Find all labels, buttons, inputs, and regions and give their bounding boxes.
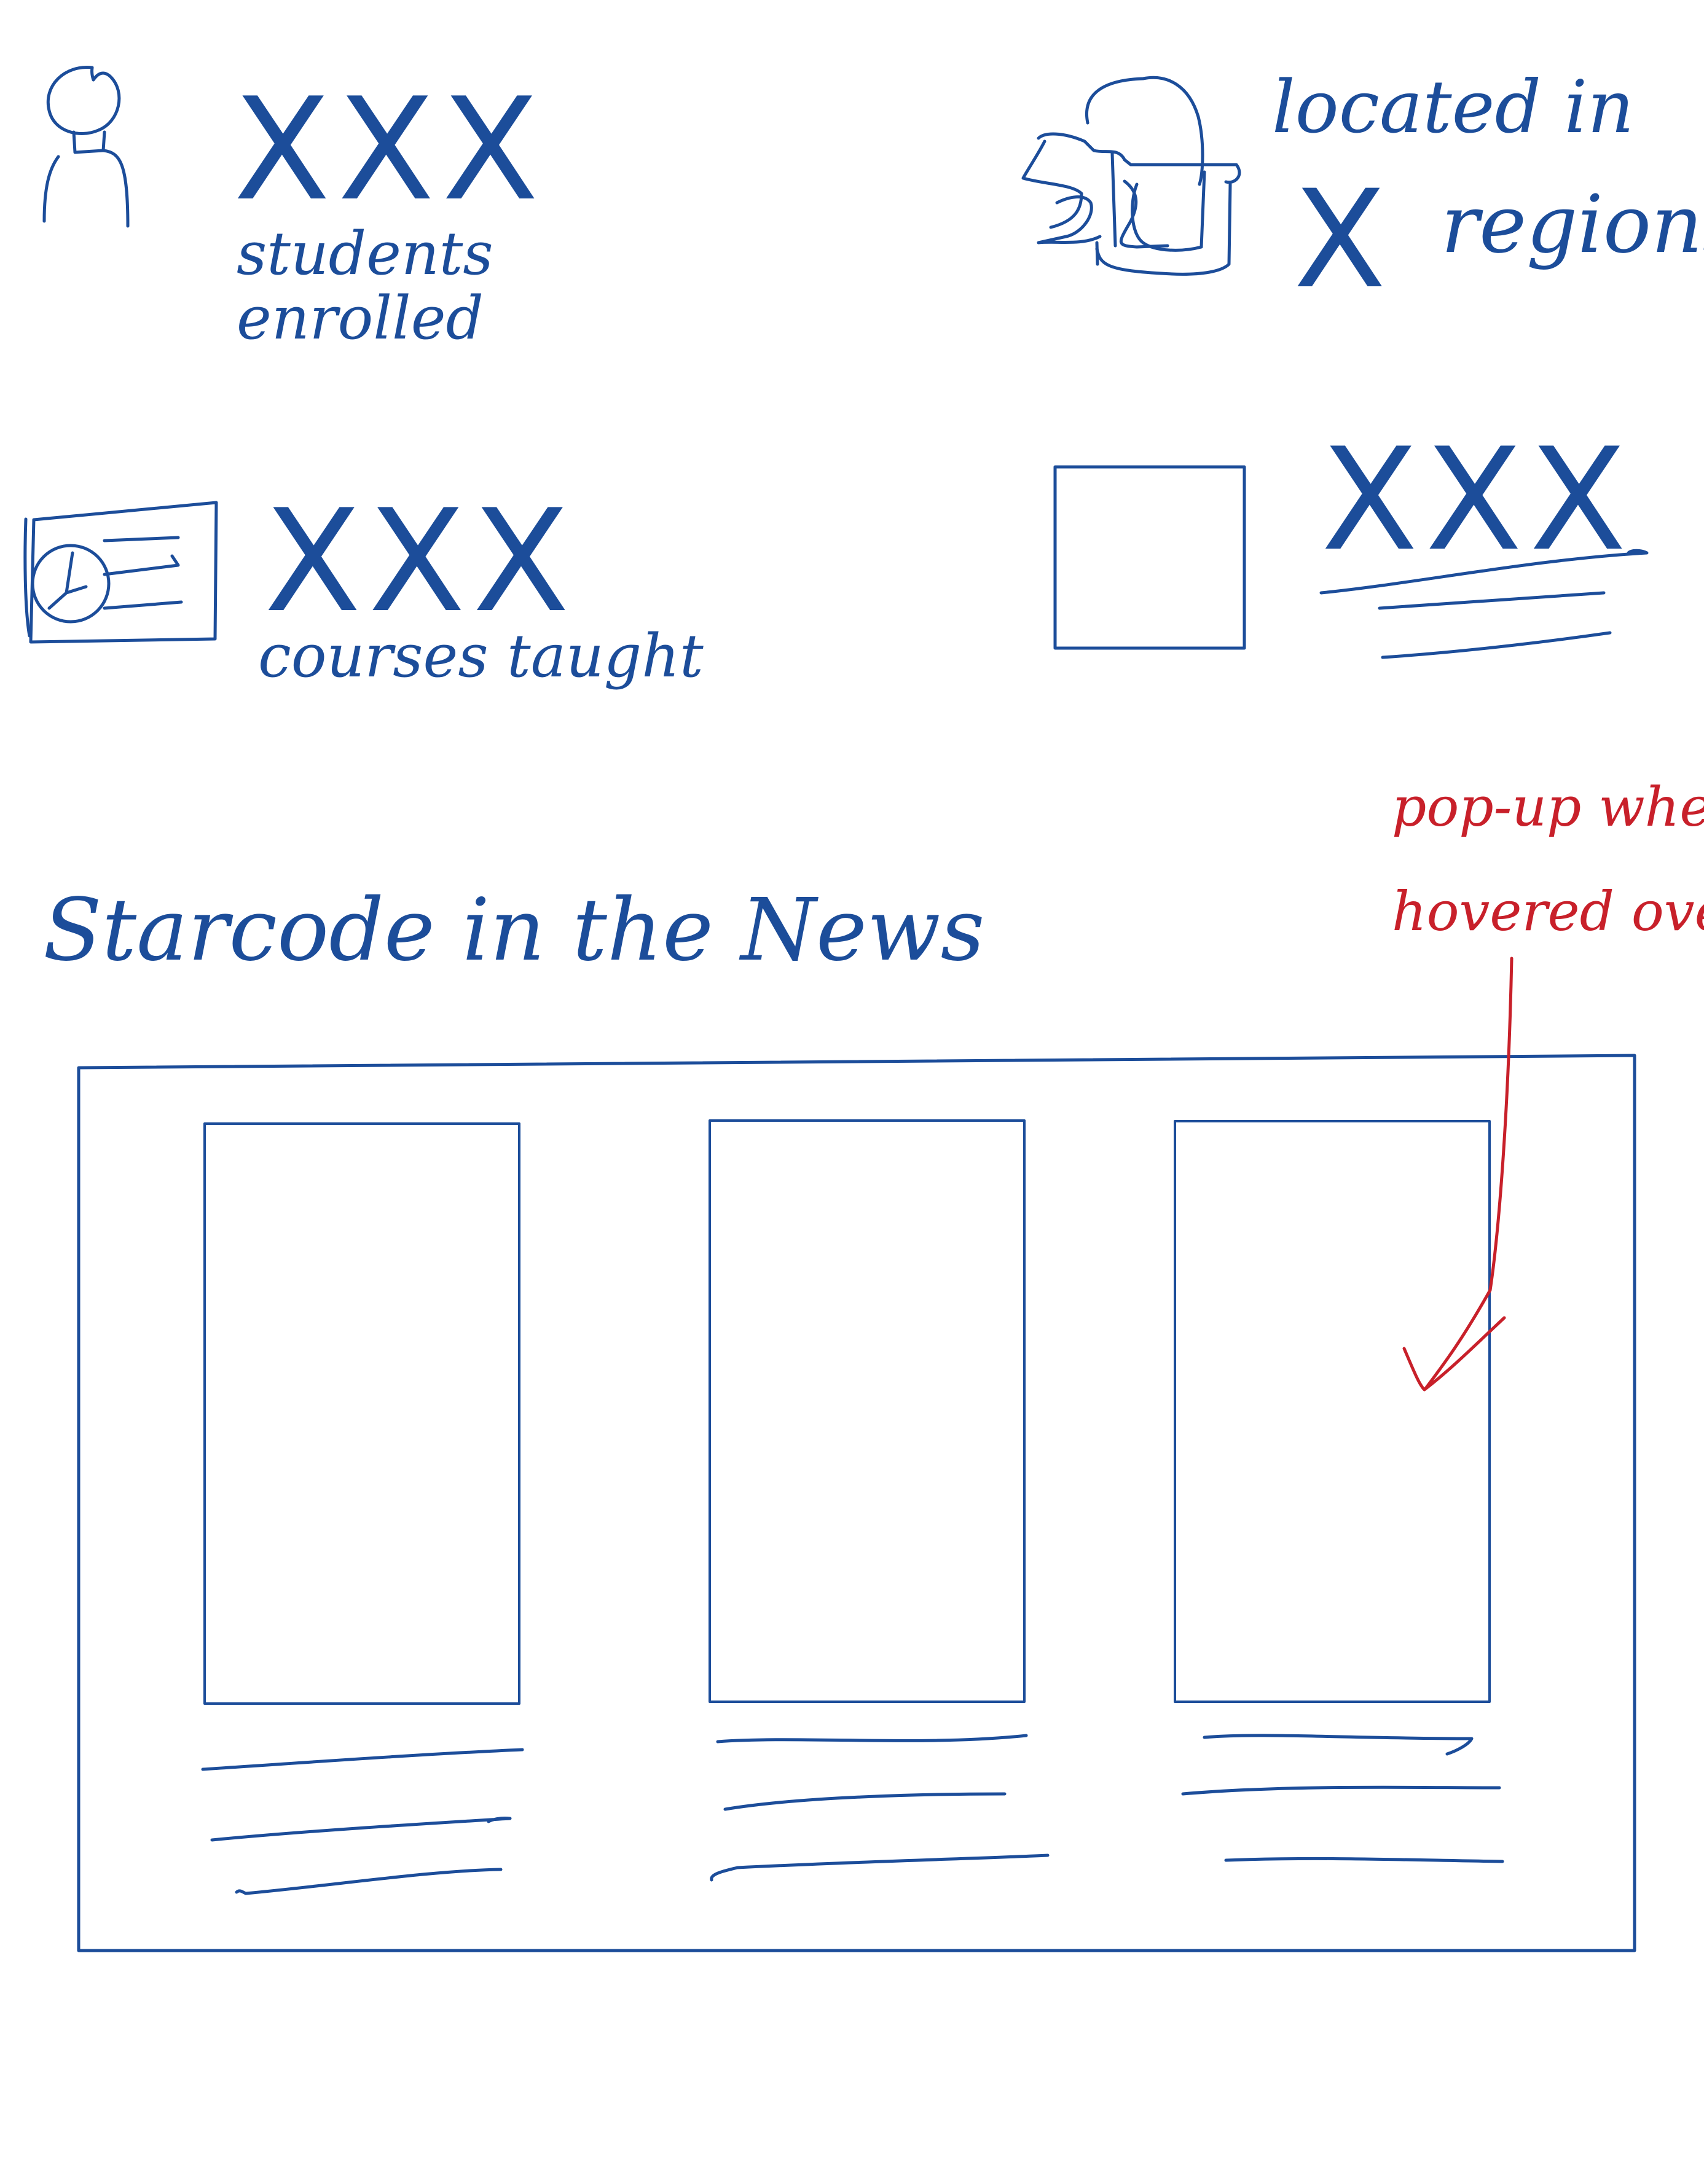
annotation-arrow [1402,957,1514,1391]
news-section-box [77,1054,1636,1952]
courses-label: courses taught [258,622,704,691]
regions-label-line1: located in [1272,65,1635,149]
news-card-3[interactable] [1174,1120,1504,1863]
students-value: XXX [234,68,546,232]
regions-value: X [1294,161,1394,318]
news-text-line [723,1792,1007,1811]
news-text-line [716,1734,1028,1744]
regions-label-line2: regions [1441,178,1704,271]
news-text-line [210,1817,512,1842]
news-text-line [710,1853,1050,1882]
news-image-placeholder [709,1119,1026,1703]
person-icon [42,66,130,228]
news-image-placeholder [203,1122,520,1705]
news-card-1[interactable] [201,1122,524,1895]
news-text-line [1203,1734,1474,1756]
news-text-line [201,1748,524,1771]
map-icon [1021,76,1241,276]
news-text-line [1181,1785,1501,1796]
annotation-line1: pop-up when [1392,775,1704,839]
news-text-line [235,1868,503,1895]
image-placeholder-icon [1053,465,1246,650]
news-image-placeholder [1174,1120,1491,1703]
news-text-line [1224,1857,1504,1863]
students-label-line1: students [237,219,493,288]
students-label-line2: enrolled [237,284,484,353]
course-card-icon [23,501,218,644]
annotation-line2: hovered over [1392,880,1704,943]
news-card-2[interactable] [709,1119,1050,1882]
courses-value: XXX [264,480,577,644]
extra-value: XXX [1321,418,1634,582]
news-section-title: Starcode in the News [43,880,985,980]
